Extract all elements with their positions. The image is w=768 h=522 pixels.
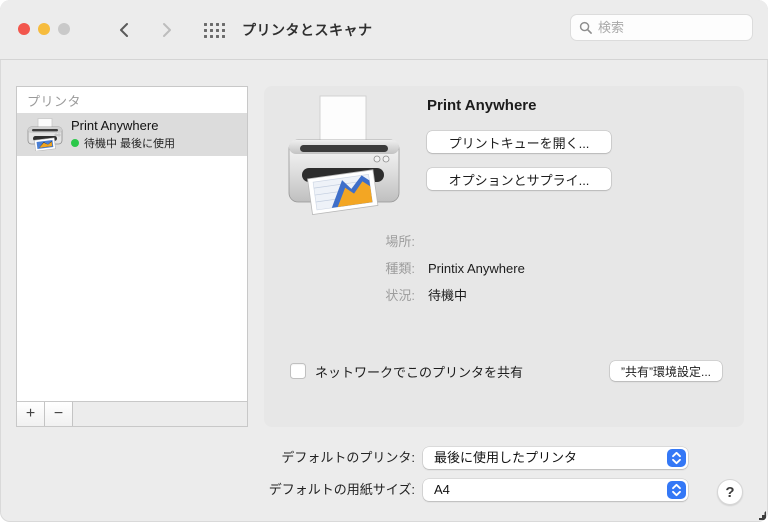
minimize-button[interactable] <box>38 23 50 35</box>
sharing-preferences-button[interactable]: ”共有”環境設定... <box>610 361 722 381</box>
info-row-status: 状況: 待機中 <box>264 287 744 305</box>
title-bar: プリンタとスキャナ <box>0 0 768 60</box>
search-icon <box>579 21 592 34</box>
kind-label: 種類: <box>264 260 415 278</box>
default-printer-value: 最後に使用したプリンタ <box>434 447 577 469</box>
printer-detail-panel: Print Anywhere プリントキューを開く... オプションとサプライ.… <box>264 86 744 427</box>
plus-icon: + <box>26 406 35 422</box>
chevron-right-icon <box>160 22 173 38</box>
close-button[interactable] <box>18 23 30 35</box>
default-printer-label: デフォルトのプリンタ: <box>200 447 415 469</box>
show-all-grid-icon[interactable] <box>204 23 228 39</box>
printer-status-text: 待機中 最後に使用 <box>84 135 175 151</box>
printer-list-header: プリンタ <box>17 87 247 113</box>
printer-status: 待機中 最後に使用 <box>71 135 175 151</box>
add-printer-button[interactable]: + <box>17 402 45 426</box>
popup-stepper-icon <box>667 481 686 499</box>
printer-icon-large <box>286 94 402 216</box>
selected-printer-title: Print Anywhere <box>427 97 536 114</box>
status-value: 待機中 <box>428 287 467 305</box>
resize-grip[interactable] <box>755 509 767 521</box>
status-label: 状況: <box>264 287 415 305</box>
printer-list-item-selected[interactable]: Print Anywhere 待機中 最後に使用 <box>17 113 247 156</box>
forward-button-disabled[interactable] <box>154 18 178 42</box>
default-paper-popup[interactable]: A4 <box>423 479 688 501</box>
printer-icon-small <box>27 118 63 151</box>
chevron-left-icon <box>118 22 131 38</box>
printer-name: Print Anywhere <box>71 118 175 133</box>
minus-icon: − <box>54 406 63 422</box>
kind-value: Printix Anywhere <box>428 260 525 278</box>
help-button[interactable]: ? <box>717 479 743 505</box>
printers-scanners-window: プリンタとスキャナ プリンタ <box>0 0 768 522</box>
sidebar-bottom-toolbar: + − <box>17 401 247 426</box>
window-title: プリンタとスキャナ <box>242 0 373 60</box>
location-label: 場所: <box>264 233 415 251</box>
open-print-queue-button[interactable]: プリントキューを開く... <box>427 131 611 153</box>
printer-info-list: 場所: 種類: Printix Anywhere 状況: 待機中 <box>264 233 744 305</box>
question-mark-icon: ? <box>725 484 734 501</box>
back-button[interactable] <box>112 18 136 42</box>
popup-stepper-icon <box>667 449 686 467</box>
default-paper-label: デフォルトの用紙サイズ: <box>200 479 415 501</box>
search-field[interactable] <box>570 14 753 41</box>
info-row-kind: 種類: Printix Anywhere <box>264 260 744 278</box>
status-idle-dot <box>71 139 79 147</box>
share-printer-label: ネットワークでこのプリンタを共有 <box>315 362 523 381</box>
printer-list-sidebar: プリンタ Print Anywhere <box>16 86 248 427</box>
search-input[interactable] <box>598 20 744 35</box>
zoom-button-disabled[interactable] <box>58 23 70 35</box>
default-printer-popup[interactable]: 最後に使用したプリンタ <box>423 447 688 469</box>
share-printer-row: ネットワークでこのプリンタを共有 ”共有”環境設定... <box>264 360 744 382</box>
share-printer-checkbox[interactable] <box>290 363 306 379</box>
info-row-location: 場所: <box>264 233 744 251</box>
options-supplies-button[interactable]: オプションとサプライ... <box>427 168 611 190</box>
remove-printer-button[interactable]: − <box>45 402 73 426</box>
default-paper-value: A4 <box>434 479 450 501</box>
